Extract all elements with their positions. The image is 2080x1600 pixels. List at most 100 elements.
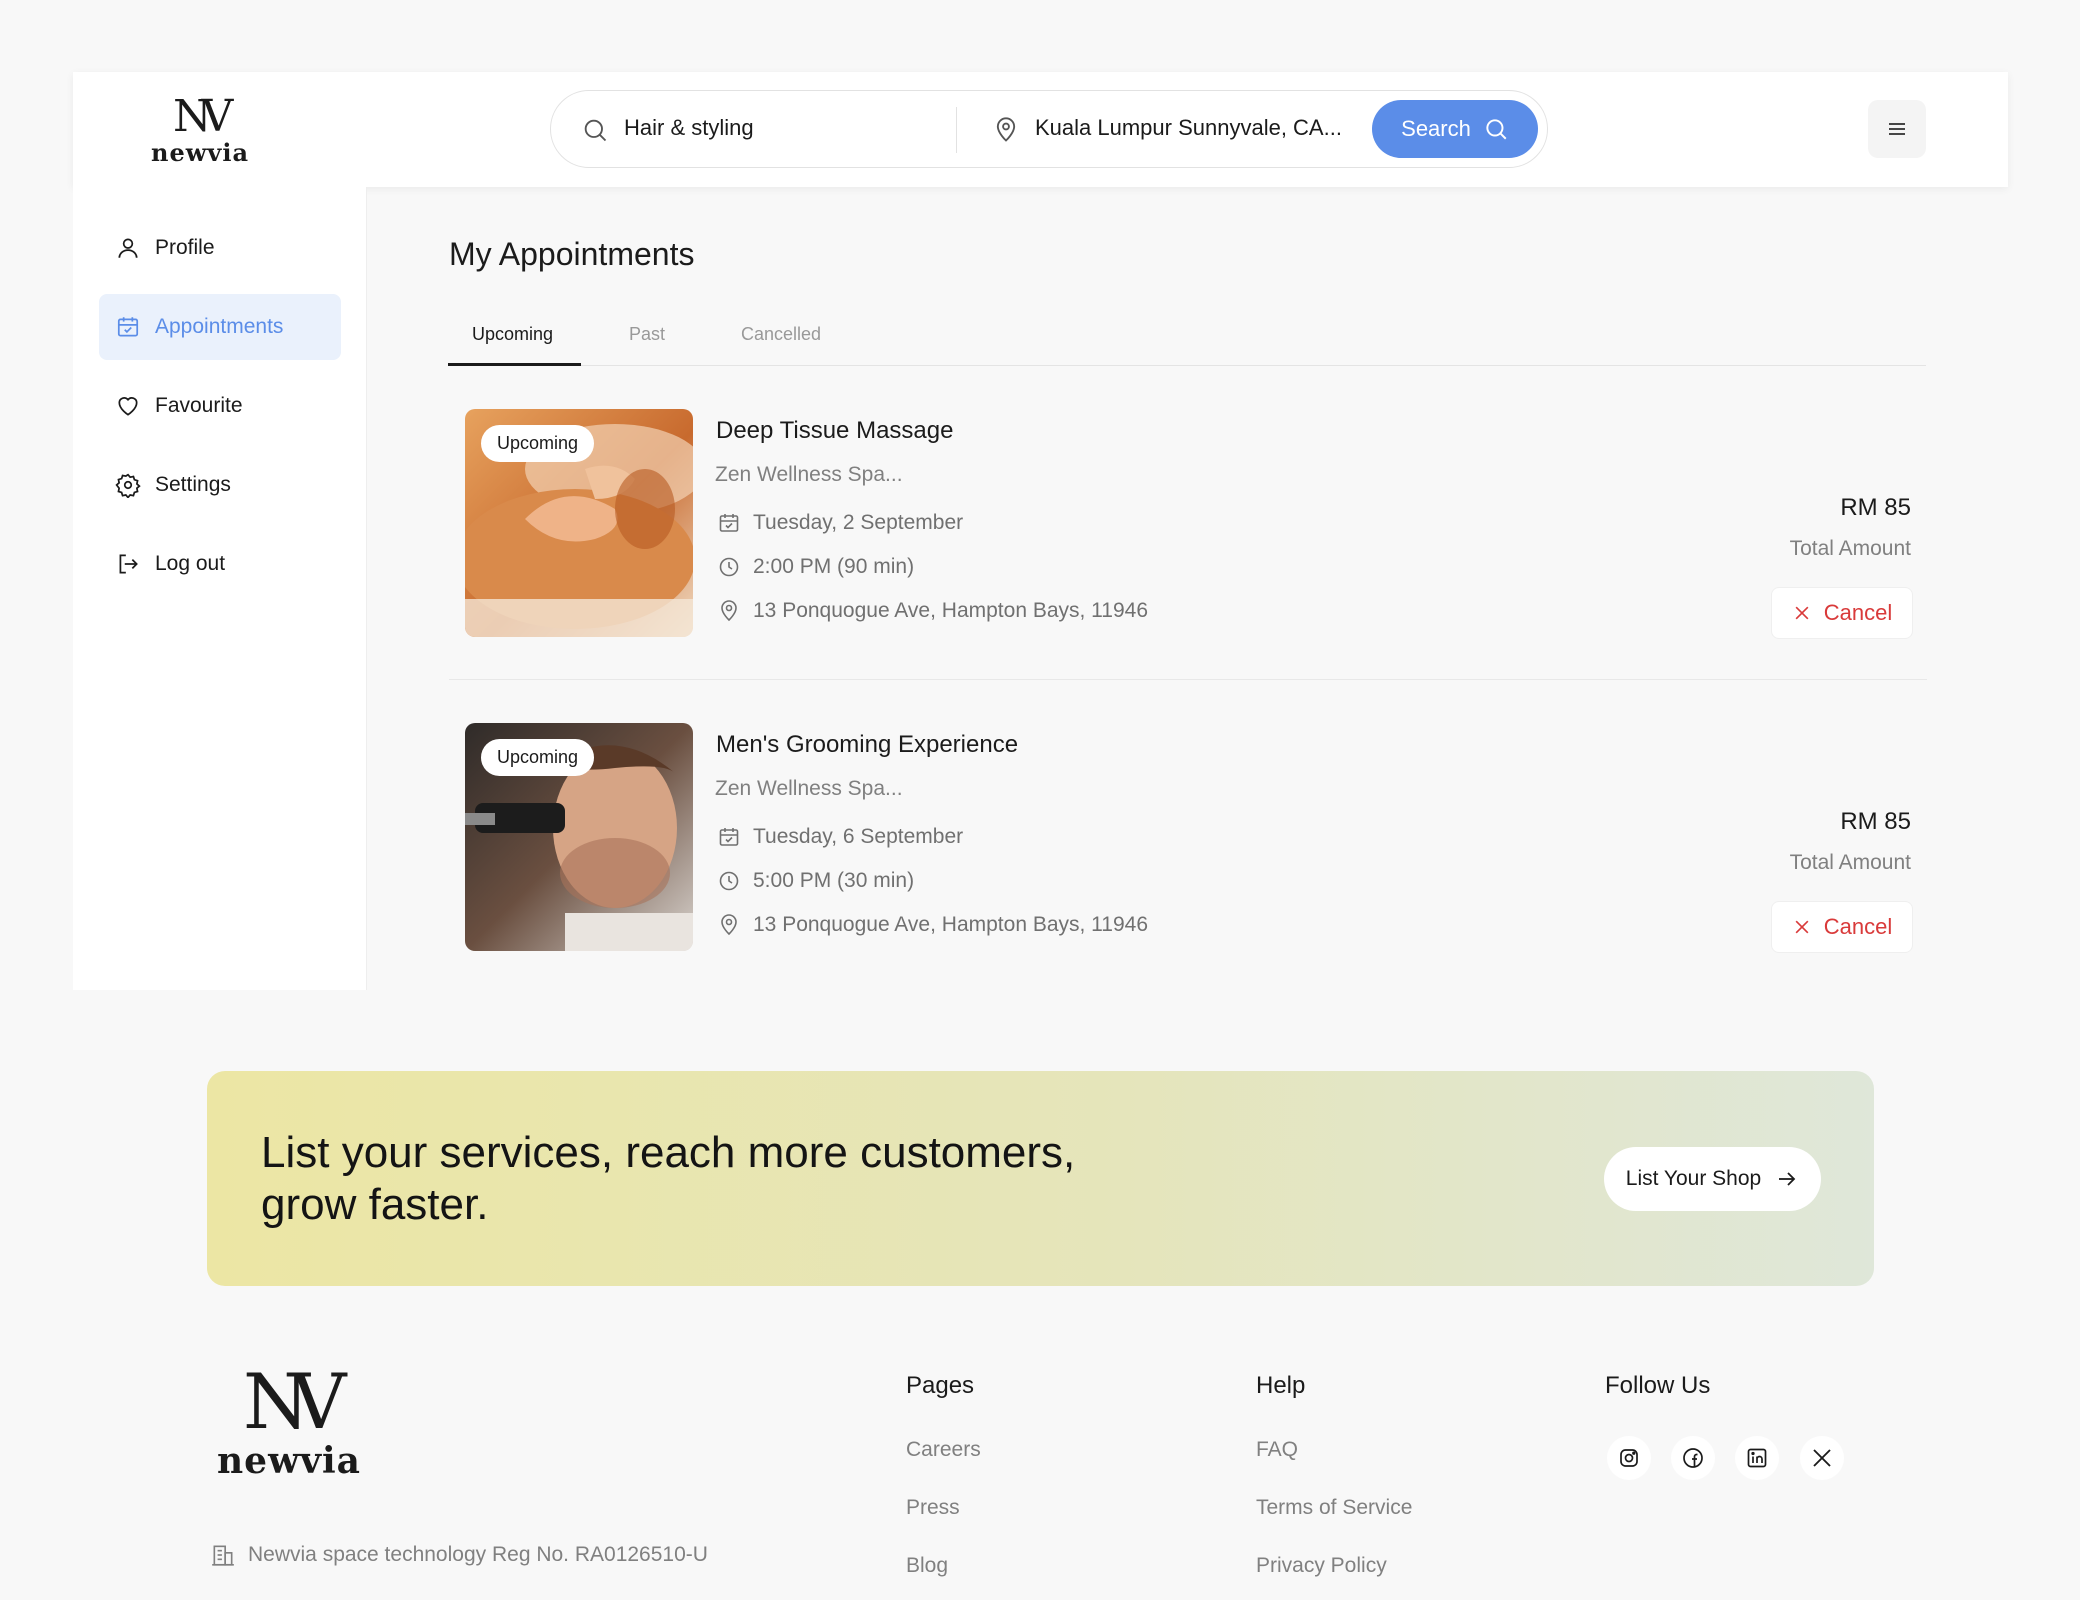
footer-pages-heading: Pages [906,1372,975,1399]
appointment-time: 2:00 PM (90 min) [717,555,914,579]
top-header: NV newvia Hair & styling Kuala Lumpur Su… [73,72,2008,187]
tab-cancelled[interactable]: Cancelled [741,324,821,345]
location-search-input[interactable]: Kuala Lumpur Sunnyvale, CA... [1035,115,1342,141]
sidebar-item-profile[interactable]: Profile [99,215,341,281]
cancel-button[interactable]: Cancel [1771,587,1913,639]
social-instagram-button[interactable] [1607,1436,1651,1480]
appointment-date: Tuesday, 2 September [717,511,963,535]
sidebar: Profile Appointments Favourite Settings … [73,187,367,990]
banner-line: List your services, reach more customers… [261,1128,1076,1177]
company-registration: Newvia space technology Reg No. RA012651… [210,1542,708,1568]
hamburger-icon [1889,123,1905,135]
service-image: Upcoming [465,409,693,637]
tab-upcoming[interactable]: Upcoming [472,324,553,345]
linkedin-icon [1747,1448,1767,1468]
banner-headline: List your services, reach more customers… [261,1127,1141,1231]
shop-name[interactable]: Zen Wellness Spa... [715,777,903,801]
appointment-address: 13 Ponquogue Ave, Hampton Bays, 11946 [717,913,1148,937]
promo-banner: List your services, reach more customers… [207,1071,1874,1286]
calendar-icon [719,514,739,532]
heart-icon [118,397,138,416]
clock-icon [719,871,739,891]
cancel-button-label: Cancel [1823,914,1893,939]
page-title: My Appointments [449,236,695,272]
service-image: Upcoming [465,723,693,951]
search-button-label: Search [1401,116,1471,141]
registration-text: Newvia space technology Reg No. RA012651… [248,1543,708,1566]
appointment-time: 5:00 PM (30 min) [717,869,914,893]
hamburger-menu-button[interactable] [1868,100,1926,158]
calendar-icon [117,317,139,337]
list-your-shop-label: List Your Shop [1625,1167,1762,1190]
footer-link-faq[interactable]: FAQ [1256,1438,1298,1462]
search-divider [956,107,957,153]
footer-link-privacy[interactable]: Privacy Policy [1256,1554,1387,1578]
address-text: 13 Ponquogue Ave, Hampton Bays, 11946 [753,913,1149,936]
search-button[interactable]: Search [1372,100,1538,158]
cancel-button-label: Cancel [1823,600,1893,625]
appointment-address: 13 Ponquogue Ave, Hampton Bays, 11946 [717,599,1148,623]
time-text: 5:00 PM (30 min) [753,869,915,892]
social-linkedin-button[interactable] [1735,1436,1779,1480]
footer-link-terms[interactable]: Terms of Service [1256,1496,1412,1520]
facebook-icon [1683,1448,1703,1468]
arrow-right-icon [1779,1172,1796,1186]
footer-logo[interactable]: NV newvia [217,1357,377,1483]
appointment-card: Upcoming Deep Tissue Massage Zen Wellnes… [449,409,1927,680]
time-text: 2:00 PM (90 min) [753,555,915,578]
sidebar-item-appointments[interactable]: Appointments [99,294,341,360]
logo-wordmark: newvia [151,138,249,167]
service-title[interactable]: Deep Tissue Massage [716,417,953,445]
footer-follow-heading: Follow Us [1605,1372,1711,1399]
sidebar-item-label: Appointments [155,315,284,338]
building-icon [212,1545,234,1566]
price: RM 85 [1840,494,1911,521]
sidebar-item-label: Log out [155,552,226,575]
status-badge: Upcoming [481,425,595,462]
shop-name[interactable]: Zen Wellness Spa... [715,463,903,487]
banner-line: grow faster. [261,1180,489,1229]
search-icon [584,119,607,142]
price: RM 85 [1840,808,1911,835]
instagram-icon [1620,1449,1638,1467]
location-pin-icon [996,117,1016,142]
social-facebook-button[interactable] [1671,1436,1715,1480]
price-label: Total Amount [1789,537,1911,560]
calendar-icon [719,828,739,846]
sidebar-item-logout[interactable]: Log out [99,531,341,597]
brand-logo[interactable]: NV newvia [151,91,271,168]
footer-link-blog[interactable]: Blog [906,1554,948,1578]
cancel-button[interactable]: Cancel [1771,901,1913,953]
close-icon [1795,920,1809,934]
logo-wordmark: newvia [217,1440,361,1482]
appointment-card: Upcoming Men's Grooming Experience Zen W… [449,723,1927,953]
close-icon [1795,606,1809,620]
price-label: Total Amount [1789,851,1911,874]
tab-past[interactable]: Past [629,324,665,345]
logo-monogram: NV [243,1357,346,1446]
active-tab-indicator [448,363,581,366]
footer-link-press[interactable]: Press [906,1496,960,1520]
appointment-tabs: Upcoming Past Cancelled [448,310,1926,366]
service-title[interactable]: Men's Grooming Experience [716,731,1018,759]
footer-link-careers[interactable]: Careers [906,1438,981,1462]
sidebar-item-settings[interactable]: Settings [99,452,341,518]
date-text: Tuesday, 6 September [753,825,964,848]
sidebar-item-label: Settings [155,473,231,496]
social-x-button[interactable] [1800,1436,1844,1480]
service-search-input[interactable]: Hair & styling [624,115,754,141]
list-your-shop-button[interactable]: List Your Shop [1604,1147,1821,1211]
x-icon [1813,1449,1831,1467]
sidebar-item-label: Favourite [155,394,243,417]
location-pin-icon [721,914,737,936]
sidebar-item-label: Profile [155,236,215,259]
appointment-date: Tuesday, 6 September [717,825,963,849]
clock-icon [719,557,739,577]
logo-monogram: NV [173,91,233,142]
gear-icon [115,473,141,498]
address-text: 13 Ponquogue Ave, Hampton Bays, 11946 [753,599,1149,622]
location-pin-icon [721,600,737,622]
status-badge: Upcoming [481,739,595,776]
sidebar-item-favourite[interactable]: Favourite [99,373,341,439]
logout-icon [119,554,138,574]
